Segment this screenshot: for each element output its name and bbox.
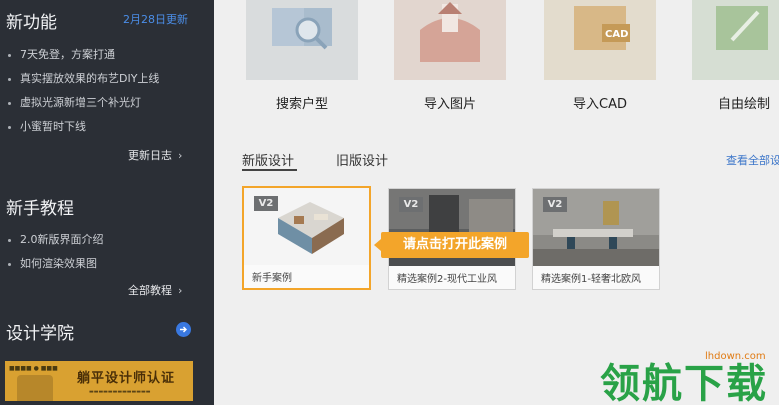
case-card-beginner[interactable]: V2 新手案例 (242, 186, 371, 290)
case-caption: 精选案例1-轻奢北欧风 (541, 274, 641, 285)
case-caption: 精选案例2-现代工业风 (397, 274, 497, 285)
list-item[interactable]: 如何渲染效果图 (8, 252, 104, 276)
view-all-link[interactable]: 查看全部设 (726, 152, 779, 168)
main-area: CAD 搜索户型 导入图片 导入CAD 自由绘制 新版设计 旧版设计 查看全部设… (214, 0, 779, 405)
watermark-site: lhdown.com (705, 351, 766, 362)
case-caption: 新手案例 (252, 273, 292, 284)
case-card-nordic[interactable]: V2 精选案例1-轻奢北欧风 (532, 188, 660, 290)
update-date: 2月28日更新 (123, 13, 188, 26)
certification-banner[interactable]: ■■■■ ● ■■■ 躺平设计师认证 ▬▬▬▬▬▬▬▬▬▬▬▬▬ (5, 361, 193, 401)
search-floorplan-label[interactable]: 搜索户型 (246, 93, 358, 112)
academy-title: 设计学院 (6, 324, 74, 344)
banner-figure (17, 375, 53, 401)
tab-new-design[interactable]: 新版设计 (242, 150, 294, 169)
list-item[interactable]: 真实摆放效果的布艺DIY上线 (8, 67, 159, 91)
draw-icon (716, 6, 768, 50)
version-badge: V2 (254, 196, 278, 211)
list-item[interactable]: 小蜜暂时下线 (8, 115, 159, 139)
tutorials-title: 新手教程 (6, 199, 74, 219)
list-item[interactable]: 2.0新版界面介绍 (8, 228, 104, 252)
tab-old-design[interactable]: 旧版设计 (336, 150, 388, 169)
bullet-icon (8, 262, 11, 266)
free-draw-label[interactable]: 自由绘制 (692, 93, 779, 112)
changelog-link[interactable]: 更新日志 › (128, 147, 182, 163)
case-thumbnail: V2 (533, 189, 659, 266)
cad-icon: CAD (574, 6, 630, 50)
search-floorplan-tile[interactable] (246, 0, 358, 80)
version-badge: V2 (543, 197, 567, 212)
bullet-icon (8, 101, 11, 105)
bullet-icon (8, 125, 11, 129)
active-tab-indicator (242, 169, 297, 171)
chevron-right-icon: › (178, 284, 183, 297)
list-item[interactable]: 虚拟光源新增三个补光灯 (8, 91, 159, 115)
banner-subtext: ▬▬▬▬▬▬▬▬▬▬▬▬▬ (89, 389, 151, 395)
tutorials-list: 2.0新版界面介绍 如何渲染效果图 (8, 228, 104, 276)
bullet-icon (8, 77, 11, 81)
banner-title: 躺平设计师认证 (77, 371, 176, 386)
arrow-right-circle-icon[interactable] (176, 322, 191, 337)
bullet-icon (8, 53, 11, 57)
list-item[interactable]: 7天免登，方案打通 (8, 43, 159, 67)
sidebar: 新功能 2月28日更新 7天免登，方案打通 真实摆放效果的布艺DIY上线 虚拟光… (0, 0, 214, 405)
case-thumbnail: V2 (244, 188, 369, 265)
new-features-list: 7天免登，方案打通 真实摆放效果的布艺DIY上线 虚拟光源新增三个补光灯 小蜜暂… (8, 43, 159, 139)
free-draw-tile[interactable] (692, 0, 779, 80)
import-image-icon (420, 2, 480, 62)
import-image-label[interactable]: 导入图片 (394, 93, 506, 112)
chevron-right-icon: › (178, 149, 183, 162)
all-tutorials-link[interactable]: 全部教程 › (128, 282, 182, 298)
search-floorplan-icon (272, 8, 332, 50)
open-case-tooltip: 请点击打开此案例 (374, 232, 529, 258)
new-features-title: 新功能 (6, 13, 57, 33)
tooltip-arrow (374, 239, 381, 251)
logo-strip: ■■■■ ● ■■■ (9, 365, 58, 372)
version-badge: V2 (399, 197, 423, 212)
svg-text:CAD: CAD (605, 29, 628, 40)
bullet-icon (8, 238, 11, 242)
import-image-tile[interactable] (394, 0, 506, 80)
import-cad-label[interactable]: 导入CAD (544, 93, 656, 112)
import-cad-tile[interactable]: CAD (544, 0, 656, 80)
